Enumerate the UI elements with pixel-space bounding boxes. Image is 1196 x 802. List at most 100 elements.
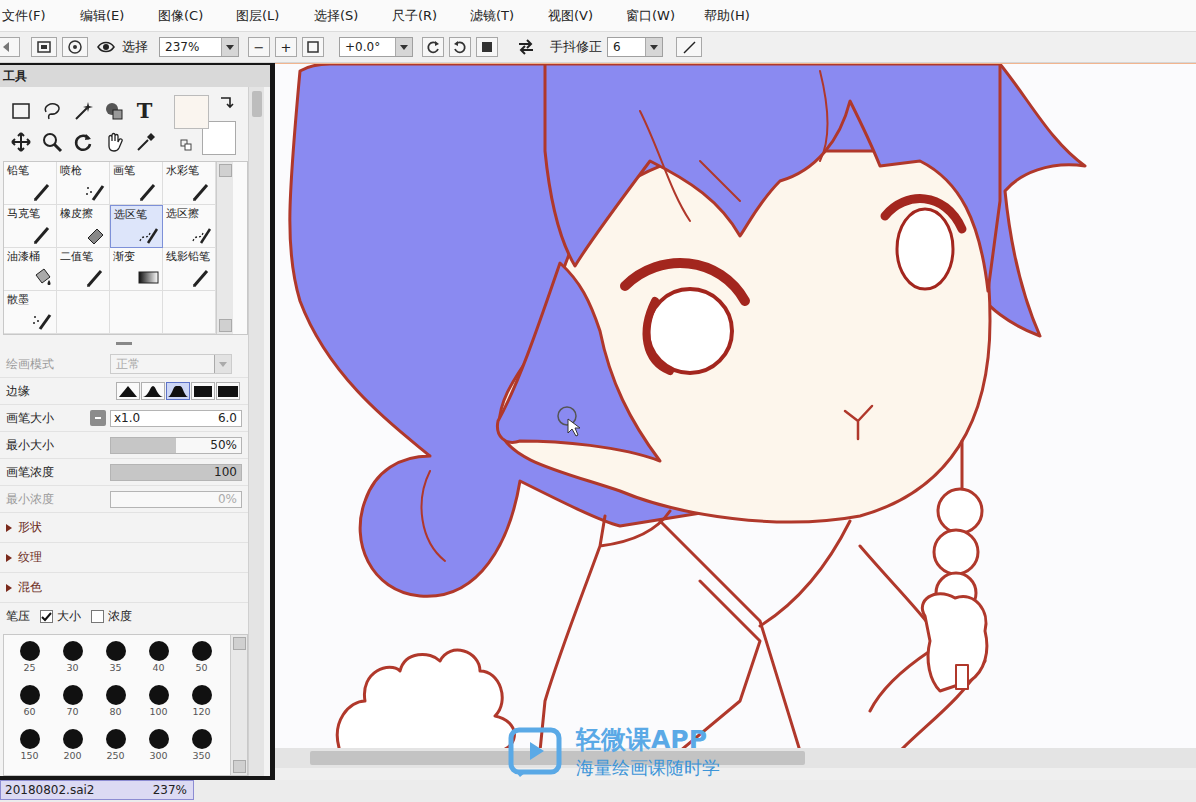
menu-item[interactable]: 帮助(H) xyxy=(704,7,782,25)
brush-size-preset[interactable]: 200 xyxy=(51,723,94,767)
undo-button[interactable] xyxy=(0,37,20,57)
brush-cell[interactable]: 线影铅笔 xyxy=(163,248,216,291)
brush-size-preset[interactable]: 50 xyxy=(180,635,223,679)
tool-button[interactable] xyxy=(129,126,160,157)
edge-option[interactable] xyxy=(166,382,190,400)
menu-item[interactable]: 窗口(W) xyxy=(626,7,704,25)
rotate-button[interactable] xyxy=(449,37,471,57)
flip-button[interactable] xyxy=(515,37,537,57)
brush-scrollbar[interactable] xyxy=(216,162,233,334)
gradient-brush-icon xyxy=(137,266,159,288)
brush-size-preset[interactable]: 80 xyxy=(94,679,137,723)
brush-size-preset[interactable]: 25 xyxy=(8,635,51,679)
edge-option[interactable] xyxy=(141,382,165,400)
brush-cell[interactable]: 铅笔 xyxy=(4,162,57,205)
canvas-button[interactable] xyxy=(31,37,57,57)
document-tab[interactable]: 20180802.sai2237% xyxy=(0,780,194,800)
brush-size-preset[interactable]: 70 xyxy=(51,679,94,723)
navigator-button[interactable] xyxy=(62,37,88,57)
rotate-button[interactable] xyxy=(476,37,498,57)
canvas[interactable] xyxy=(275,63,1196,748)
menu-item[interactable]: 图像(C) xyxy=(158,7,236,25)
panel-title-bar[interactable]: 工具 xyxy=(0,65,270,87)
dropdown-arrow-icon xyxy=(221,38,238,56)
edge-option[interactable] xyxy=(216,382,240,400)
brush-size-preset[interactable]: 30 xyxy=(51,635,94,679)
tool-button[interactable] xyxy=(36,126,67,157)
tool-button[interactable]: T xyxy=(129,95,160,126)
brush-size-preset[interactable]: 40 xyxy=(137,635,180,679)
size-field[interactable]: x1.06.0 xyxy=(110,410,242,427)
panel-divider[interactable] xyxy=(0,335,248,351)
brush-cell[interactable]: 喷枪 xyxy=(57,162,110,205)
section-header[interactable]: 形状 xyxy=(0,513,248,543)
brush-size-preset[interactable]: 60 xyxy=(8,679,51,723)
brush-cell[interactable]: 橡皮擦 xyxy=(57,205,110,248)
menu-item[interactable]: 滤镜(T) xyxy=(470,7,548,25)
tool-button[interactable] xyxy=(98,126,129,157)
menu-item[interactable]: 图层(L) xyxy=(236,7,314,25)
tool-button[interactable] xyxy=(5,126,36,157)
brush-cell[interactable]: 水彩笔 xyxy=(163,162,216,205)
edge-options xyxy=(116,382,240,400)
menu-item[interactable]: 尺子(R) xyxy=(392,7,470,25)
zoom-reset-button[interactable] xyxy=(302,37,324,57)
fluff xyxy=(337,650,514,748)
primary-color[interactable] xyxy=(174,95,209,129)
menu-item[interactable]: 视图(V) xyxy=(548,7,626,25)
brush-size-preset[interactable]: 250 xyxy=(94,723,137,767)
tool-button[interactable] xyxy=(5,95,36,126)
brush-cell[interactable]: 二值笔 xyxy=(57,248,110,291)
brush-size-scrollbar[interactable] xyxy=(230,635,247,775)
brush-cell[interactable]: 散墨 xyxy=(4,291,57,334)
selection-toggle[interactable] xyxy=(95,37,117,57)
brush-cell[interactable]: 画笔 xyxy=(110,162,163,205)
brush-size-preset[interactable]: 150 xyxy=(8,723,51,767)
zoom-in-button[interactable]: + xyxy=(275,37,297,57)
horizontal-scrollbar[interactable] xyxy=(275,748,1196,768)
brush-cell[interactable]: 马克笔 xyxy=(4,205,57,248)
section-header[interactable]: 混色 xyxy=(0,573,248,603)
stabilizer-field[interactable]: 6 xyxy=(607,37,663,57)
airbrush-brush-icon xyxy=(31,309,53,331)
edge-option[interactable] xyxy=(116,382,140,400)
size-scale-button[interactable] xyxy=(90,410,106,426)
zoom-field[interactable]: 237% xyxy=(159,37,239,57)
menu-item[interactable]: 编辑(E) xyxy=(80,7,158,25)
panel-scrollbar[interactable] xyxy=(248,87,264,776)
tool-button[interactable] xyxy=(67,126,98,157)
tool-button[interactable] xyxy=(67,95,98,126)
brush-cell[interactable]: 渐变 xyxy=(110,248,163,291)
brush-size-preset[interactable]: 300 xyxy=(137,723,180,767)
move-icon xyxy=(10,131,32,153)
brush-cell[interactable]: 选区笔 xyxy=(110,205,163,248)
edge-option[interactable] xyxy=(191,382,215,400)
param-slider[interactable]: 100 xyxy=(110,464,242,481)
param-slider[interactable]: 50% xyxy=(110,437,242,454)
brush-size-preset[interactable]: 100 xyxy=(137,679,180,723)
section-header[interactable]: 纹理 xyxy=(0,543,248,573)
brush-label: 二值笔 xyxy=(60,250,106,263)
empty-brush-slot xyxy=(57,291,110,334)
stabilizer-label: 手抖修正 xyxy=(550,38,602,56)
brush-cell[interactable]: 选区擦 xyxy=(163,205,216,248)
tool-button[interactable] xyxy=(36,95,67,126)
menu-item[interactable]: 选择(S) xyxy=(314,7,392,25)
rotate-button[interactable] xyxy=(422,37,444,57)
side-lock xyxy=(497,263,660,461)
brush-size-preset[interactable]: 350 xyxy=(180,723,223,767)
brush-cell[interactable]: 油漆桶 xyxy=(4,248,57,291)
zoom-out-button[interactable]: − xyxy=(248,37,270,57)
pen-brush-icon xyxy=(190,266,212,288)
bangs xyxy=(545,64,1000,291)
pressure-checkbox[interactable] xyxy=(40,610,53,623)
pressure-checkbox[interactable] xyxy=(91,610,104,623)
brush-size-preset[interactable]: 120 xyxy=(180,679,223,723)
line-tool-button[interactable] xyxy=(676,37,702,57)
menu-item[interactable]: 文件(F) xyxy=(2,7,80,25)
brush-size-preset[interactable]: 35 xyxy=(94,635,137,679)
brush-list: 铅笔喷枪画笔水彩笔马克笔橡皮擦选区笔选区擦油漆桶二值笔渐变线影铅笔散墨 xyxy=(3,161,248,335)
rotation-field[interactable]: +0.0° xyxy=(339,37,413,57)
tool-button[interactable] xyxy=(98,95,129,126)
document-zoom: 237% xyxy=(153,783,187,797)
